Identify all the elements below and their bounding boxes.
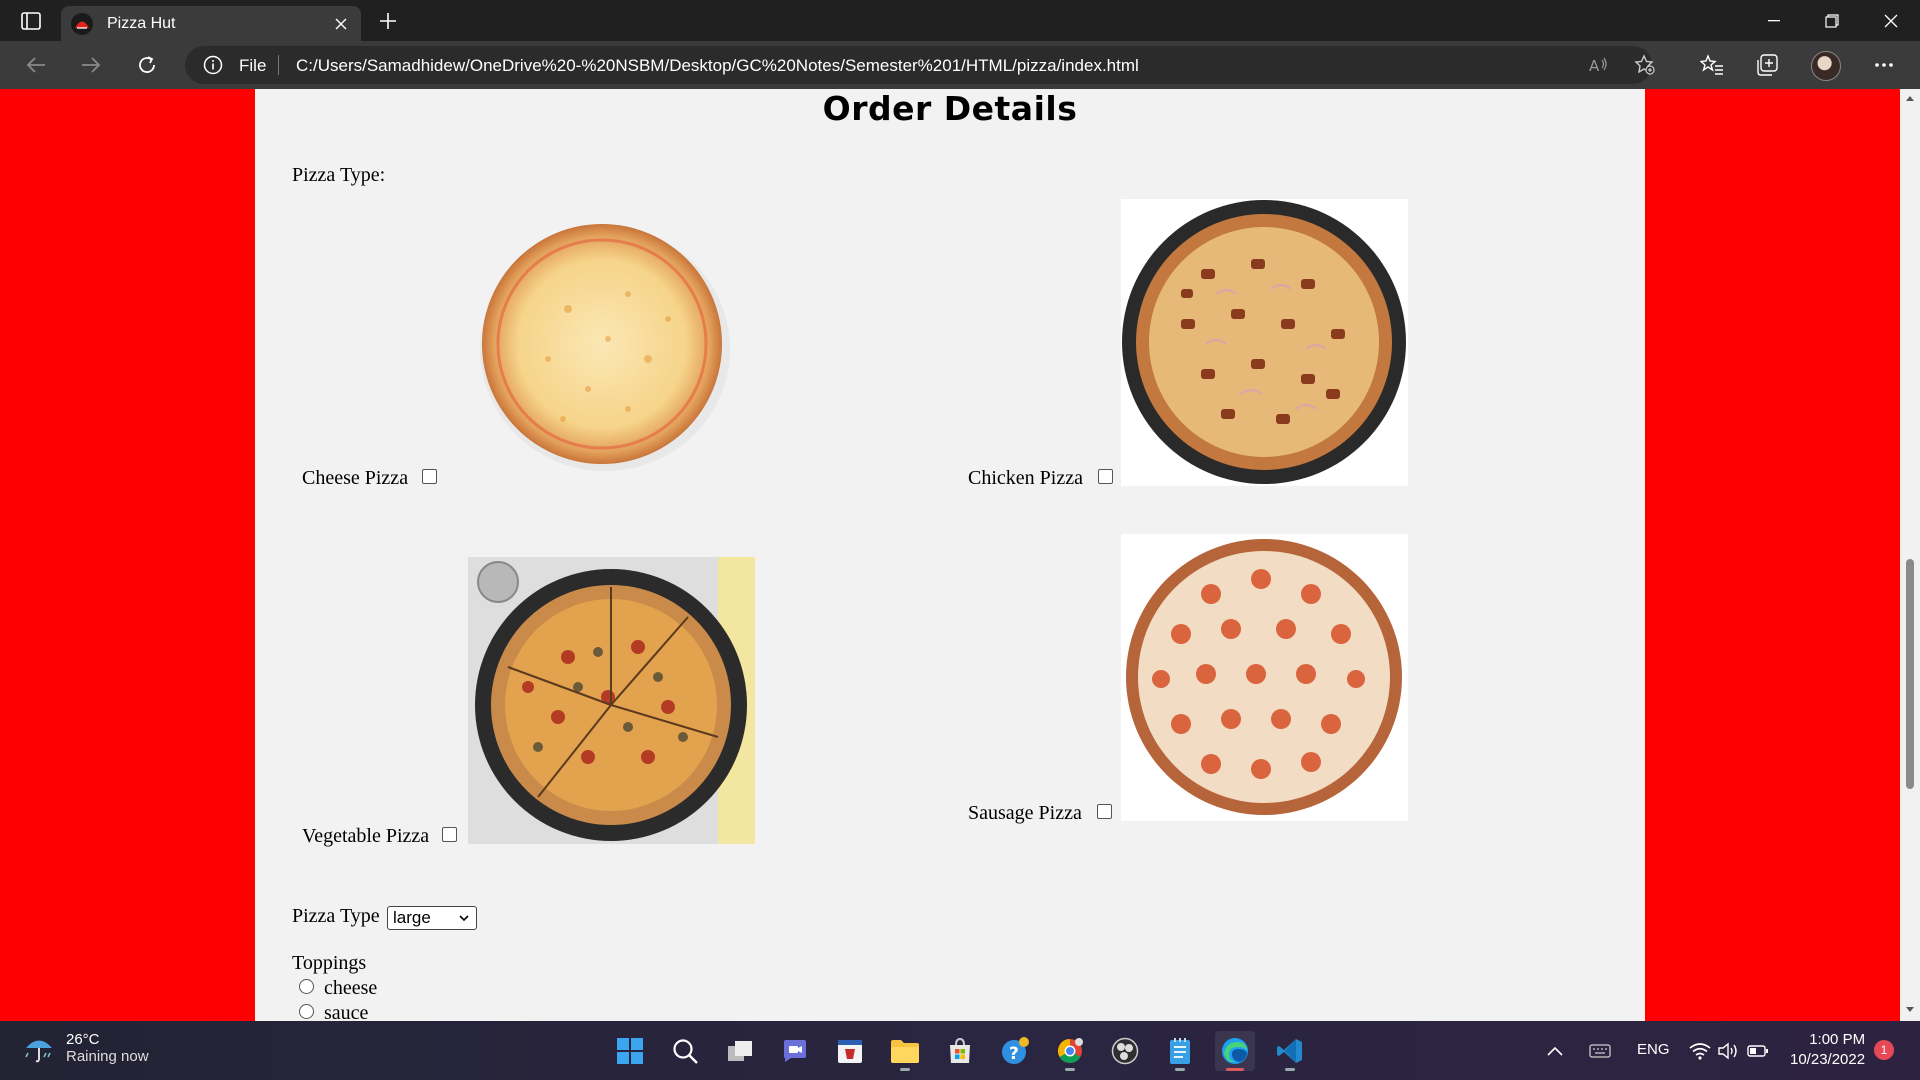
input-language-indicator[interactable]: ENG	[1637, 1041, 1670, 1058]
battery-icon[interactable]	[1746, 1039, 1770, 1063]
chrome-icon[interactable]	[1050, 1031, 1090, 1071]
vegetable-pizza-checkbox[interactable]	[442, 827, 457, 842]
page-scrollbar[interactable]	[1900, 89, 1920, 1021]
running-indicator	[1175, 1068, 1185, 1071]
running-indicator	[1065, 1068, 1075, 1071]
topping-sauce-radio[interactable]	[299, 1004, 314, 1019]
collections-icon[interactable]	[1751, 49, 1783, 81]
vegetable-pizza-image	[468, 557, 755, 844]
wifi-icon[interactable]	[1688, 1039, 1712, 1063]
start-menu-icon[interactable]	[610, 1031, 650, 1071]
tab-title: Pizza Hut	[107, 14, 176, 32]
toppings-label: Toppings	[292, 952, 367, 974]
umbrella-rain-icon	[25, 1040, 52, 1063]
sausage-pizza-image	[1121, 534, 1408, 821]
system-clock[interactable]: 1:00 PM 10/23/2022	[1790, 1030, 1865, 1070]
forward-arrow-icon[interactable]	[73, 49, 109, 81]
pizza-option-label: Chicken Pizza	[968, 467, 1083, 489]
restore-icon[interactable]	[1803, 0, 1861, 41]
topping-option-label: cheese	[324, 977, 378, 999]
browser-toolbar: File C:/Users/Samadhidew/OneDrive%20-%20…	[0, 41, 1920, 89]
order-form-content: Order Details Pizza Type: Cheese Pizza C…	[255, 89, 1645, 1021]
add-favorite-icon[interactable]	[1633, 53, 1657, 77]
file-explorer-icon[interactable]	[885, 1031, 925, 1071]
address-bar[interactable]: File C:/Users/Samadhidew/OneDrive%20-%20…	[185, 46, 1655, 84]
close-window-icon[interactable]	[1862, 0, 1920, 41]
new-tab-icon[interactable]	[373, 8, 403, 34]
cheese-pizza-image	[480, 224, 730, 471]
scroll-up-arrow-icon[interactable]	[1905, 93, 1915, 103]
close-tab-icon[interactable]	[331, 14, 351, 34]
chat-icon[interactable]	[775, 1031, 815, 1071]
browser-tab[interactable]: Pizza Hut	[61, 6, 361, 41]
cheese-pizza-checkbox[interactable]	[422, 469, 437, 484]
vscode-icon[interactable]	[1270, 1031, 1310, 1071]
running-indicator	[1285, 1068, 1295, 1071]
running-indicator	[900, 1068, 910, 1071]
scroll-down-arrow-icon[interactable]	[1905, 1005, 1915, 1015]
browser-titlebar: Pizza Hut	[0, 0, 1920, 41]
pizza-option-label: Vegetable Pizza	[302, 825, 430, 847]
volume-icon[interactable]	[1716, 1039, 1740, 1063]
chevron-down-icon	[459, 915, 469, 922]
pizza-type-label: Pizza Type:	[292, 164, 386, 186]
edge-browser-icon[interactable]	[1215, 1031, 1255, 1071]
clock-time: 1:00 PM	[1809, 1031, 1866, 1048]
clock-date: 10/23/2022	[1790, 1051, 1866, 1068]
show-hidden-icons-chevron-up-icon[interactable]	[1543, 1039, 1567, 1063]
pizza-option-label: Cheese Pizza	[302, 467, 409, 489]
back-arrow-icon[interactable]	[18, 49, 54, 81]
svg-text:A: A	[1589, 57, 1600, 74]
active-app-indicator	[1226, 1068, 1244, 1071]
touch-keyboard-icon[interactable]	[1588, 1039, 1612, 1063]
svg-text:?: ?	[1009, 1044, 1019, 1064]
pizza-size-label: Pizza Type	[292, 905, 380, 927]
address-scheme-label: File	[239, 56, 267, 75]
search-icon[interactable]	[665, 1031, 705, 1071]
weather-widget[interactable]: 26°C Raining now	[22, 1031, 149, 1065]
tab-actions-icon[interactable]	[12, 8, 50, 34]
refresh-icon[interactable]	[129, 49, 165, 81]
task-view-icon[interactable]	[720, 1031, 760, 1071]
app-calendar-icon[interactable]	[830, 1031, 870, 1071]
more-options-icon[interactable]	[1868, 49, 1900, 81]
page-viewport: Order Details Pizza Type: Cheese Pizza C…	[0, 89, 1920, 1021]
site-info-icon[interactable]	[203, 55, 223, 75]
pizza-size-selected-value: large	[393, 908, 431, 927]
obs-icon[interactable]	[1105, 1031, 1145, 1071]
page-title: Order Details	[822, 89, 1078, 128]
windows-taskbar: 26°C Raining now ? ENG 1:00 PM 10/23/202…	[0, 1021, 1920, 1080]
pizza-size-select[interactable]: large	[387, 906, 477, 930]
notification-badge[interactable]: 1	[1874, 1040, 1894, 1060]
pizza-hut-favicon-icon	[71, 12, 93, 35]
chicken-pizza-image	[1121, 199, 1408, 486]
chicken-pizza-checkbox[interactable]	[1098, 469, 1113, 484]
weather-temperature: 26°C	[66, 1031, 100, 1048]
topping-option-label: sauce	[324, 1002, 369, 1021]
minimize-icon[interactable]	[1745, 0, 1803, 41]
help-app-icon[interactable]: ?	[995, 1031, 1035, 1071]
favorites-icon[interactable]	[1696, 49, 1728, 81]
topping-cheese-radio[interactable]	[299, 979, 314, 994]
profile-avatar[interactable]	[1811, 51, 1841, 81]
address-url[interactable]: C:/Users/Samadhidew/OneDrive%20-%20NSBM/…	[296, 56, 1139, 76]
pizza-option-label: Sausage Pizza	[968, 802, 1082, 824]
address-separator	[278, 55, 279, 75]
read-aloud-icon[interactable]: A	[1587, 53, 1611, 77]
notepad-icon[interactable]	[1160, 1031, 1200, 1071]
scroll-thumb[interactable]	[1906, 559, 1914, 789]
weather-description: Raining now	[66, 1048, 149, 1065]
sausage-pizza-checkbox[interactable]	[1097, 804, 1112, 819]
microsoft-store-icon[interactable]	[940, 1031, 980, 1071]
